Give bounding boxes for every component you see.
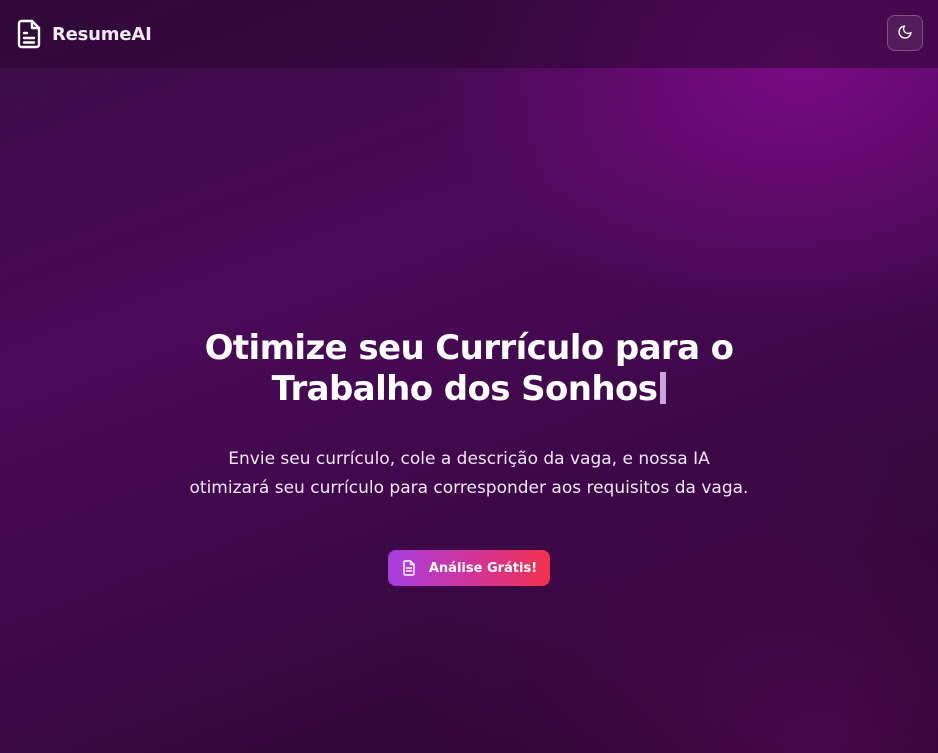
brand-logo-link[interactable]: ResumeAI — [16, 19, 152, 49]
free-analysis-button[interactable]: Análise Grátis! — [387, 550, 551, 586]
brand-name: ResumeAI — [52, 23, 152, 45]
theme-toggle-button[interactable] — [887, 15, 923, 51]
hero-section: Otimize seu Currículo para o Trabalho do… — [0, 328, 938, 586]
free-analysis-button-label: Análise Grátis! — [428, 560, 538, 576]
hero-title: Otimize seu Currículo para o Trabalho do… — [169, 328, 769, 410]
typing-cursor — [660, 372, 667, 404]
hero-subtitle: Envie seu currículo, cole a descrição da… — [189, 449, 749, 498]
file-text-icon — [16, 19, 42, 49]
file-text-icon — [402, 560, 416, 576]
top-navbar: ResumeAI — [0, 0, 938, 68]
moon-icon — [897, 24, 913, 43]
hero-title-text: Otimize seu Currículo para o Trabalho do… — [204, 328, 734, 409]
